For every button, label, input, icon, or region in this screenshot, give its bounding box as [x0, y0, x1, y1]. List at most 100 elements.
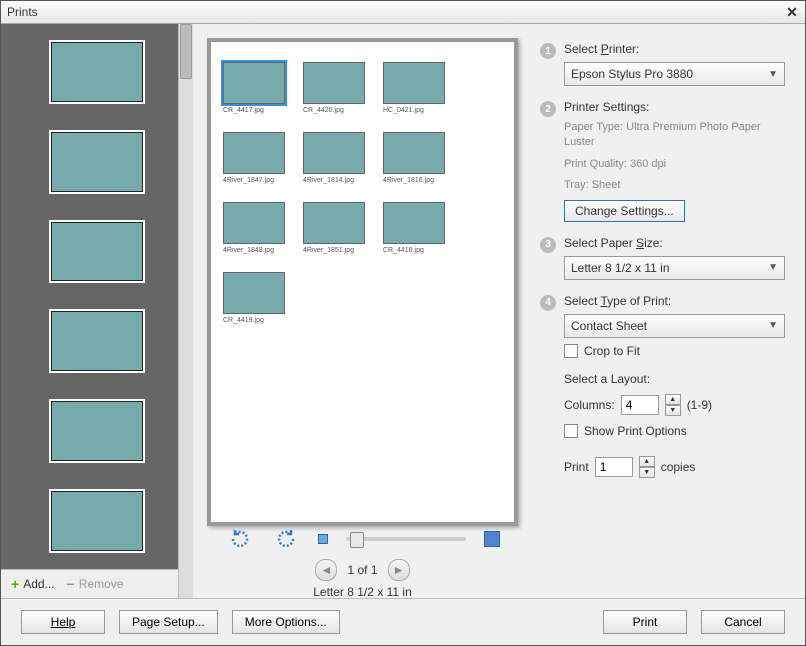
printer-dropdown[interactable]: Epson Stylus Pro 3880 ▼	[564, 62, 785, 86]
copies-label: copies	[661, 460, 696, 474]
next-page-button[interactable]: ►	[388, 559, 410, 581]
rotate-ccw-icon	[228, 527, 252, 551]
print-label: Print	[564, 460, 589, 474]
contact-sheet-grid: CR_4417.jpg CR_4420.jpg HC_0421.jpg 4Riv…	[223, 62, 502, 324]
window-title: Prints	[7, 5, 38, 19]
tray-text: Tray: Sheet	[564, 178, 785, 193]
source-thumbnail-strip: + Add... − Remove	[1, 24, 193, 598]
columns-label: Columns:	[564, 398, 615, 412]
source-thumb[interactable]	[51, 311, 143, 371]
preview-cell[interactable]: 4River_1847.jpg	[223, 132, 285, 184]
preview-cell[interactable]: HC_0421.jpg	[383, 62, 445, 114]
spin-down-icon[interactable]: ▼	[639, 467, 655, 478]
source-thumb[interactable]	[51, 401, 143, 461]
copies-input[interactable]	[595, 457, 633, 477]
print-button[interactable]: Print	[603, 610, 687, 634]
paper-size-dropdown[interactable]: Letter 8 1/2 x 11 in ▼	[564, 256, 785, 280]
zoom-out-icon[interactable]	[318, 534, 328, 544]
caption: 4River_1851.jpg	[303, 247, 354, 254]
help-button[interactable]: Help	[21, 610, 105, 634]
spin-down-icon[interactable]: ▼	[665, 405, 681, 416]
preview-image	[303, 202, 365, 244]
preview-cell[interactable]: CR_4418.jpg	[383, 202, 445, 254]
copies-spinner[interactable]: ▲▼	[639, 456, 655, 478]
step-print-type: 4 Select Type of Print: Contact Sheet ▼ …	[540, 294, 785, 358]
caption: 4River_1847.jpg	[223, 177, 274, 184]
preview-cell[interactable]: 4River_1816.jpg	[383, 132, 445, 184]
preview-image	[223, 132, 285, 174]
footer: Help Page Setup... More Options... Print…	[1, 598, 805, 645]
columns-spinner[interactable]: ▲▼	[665, 394, 681, 416]
paper-size-label: Select Paper Size:	[564, 236, 785, 250]
zoom-in-icon[interactable]	[484, 531, 500, 547]
source-thumb[interactable]	[51, 222, 143, 282]
source-thumb[interactable]	[51, 491, 143, 551]
spin-up-icon[interactable]: ▲	[665, 394, 681, 405]
chevron-down-icon: ▼	[768, 320, 778, 331]
source-thumb[interactable]	[51, 132, 143, 192]
prev-page-button[interactable]: ◄	[315, 559, 337, 581]
close-icon[interactable]: ✕	[785, 5, 799, 19]
thumb-scrollbar[interactable]	[178, 24, 193, 598]
caption: CR_4420.jpg	[303, 107, 344, 114]
checkbox-box-icon	[564, 344, 578, 358]
titlebar: Prints ✕	[1, 1, 805, 24]
caption: HC_0421.jpg	[383, 107, 424, 114]
cancel-button[interactable]: Cancel	[701, 610, 785, 634]
print-type-dropdown[interactable]: Contact Sheet ▼	[564, 314, 785, 338]
preview-cell[interactable]: CR_4419.jpg	[223, 272, 285, 324]
crop-to-fit-checkbox[interactable]: Crop to Fit	[564, 344, 785, 358]
add-button[interactable]: + Add...	[11, 576, 55, 592]
settings-panel: 1 Select Printer: Epson Stylus Pro 3880 …	[532, 24, 805, 598]
slider-knob[interactable]	[350, 532, 364, 548]
preview-image	[223, 202, 285, 244]
preview-image	[223, 272, 285, 314]
change-settings-button[interactable]: Change Settings...	[564, 200, 685, 222]
print-quality-text: Print Quality: 360 dpi	[564, 157, 785, 172]
remove-button[interactable]: − Remove	[67, 576, 124, 592]
caption: CR_4419.jpg	[223, 317, 264, 324]
columns-row: Columns: ▲▼ (1-9)	[564, 394, 785, 416]
source-thumb[interactable]	[51, 42, 143, 102]
preview-cell[interactable]: 4River_1851.jpg	[303, 202, 365, 254]
page-setup-button[interactable]: Page Setup...	[119, 610, 218, 634]
page-preview: CR_4417.jpg CR_4420.jpg HC_0421.jpg 4Riv…	[207, 38, 518, 526]
pager: ◄ 1 of 1 ►	[315, 559, 409, 581]
step-number-icon: 1	[540, 43, 556, 59]
add-label: Add...	[23, 577, 54, 591]
print-type-label: Select Type of Print:	[564, 294, 785, 308]
caption: CR_4417.jpg	[223, 107, 264, 114]
select-printer-label: Select Printer:	[564, 42, 785, 56]
preview-image	[383, 202, 445, 244]
preview-cell[interactable]: 4River_1848.jpg	[223, 202, 285, 254]
preview-cell[interactable]: CR_4420.jpg	[303, 62, 365, 114]
zoom-slider[interactable]	[346, 537, 466, 541]
more-options-button[interactable]: More Options...	[232, 610, 340, 634]
preview-image	[383, 132, 445, 174]
caption: CR_4418.jpg	[383, 247, 424, 254]
crop-label: Crop to Fit	[584, 344, 640, 358]
layout-heading: Select a Layout:	[564, 372, 785, 386]
show-options-label: Show Print Options	[584, 424, 687, 438]
show-print-options-checkbox[interactable]: Show Print Options	[564, 424, 785, 438]
preview-cell[interactable]: CR_4417.jpg	[223, 62, 285, 114]
preview-image	[223, 62, 285, 104]
copies-row: Print ▲▼ copies	[564, 456, 785, 478]
preview-image	[383, 62, 445, 104]
paper-type-text: Paper Type: Ultra Premium Photo Paper Lu…	[564, 120, 785, 151]
prints-dialog: Prints ✕ + Add... −	[0, 0, 806, 646]
thumbnail-list	[1, 24, 193, 569]
preview-panel: CR_4417.jpg CR_4420.jpg HC_0421.jpg 4Riv…	[193, 24, 532, 598]
scrollbar-thumb[interactable]	[180, 24, 192, 79]
preview-cell[interactable]: 4River_1814.jpg	[303, 132, 365, 184]
step-number-icon: 3	[540, 237, 556, 253]
print-type-value: Contact Sheet	[571, 319, 647, 333]
columns-input[interactable]	[621, 395, 659, 415]
rotate-ccw-button[interactable]	[226, 525, 254, 553]
step-printer-settings: 2 Printer Settings: Paper Type: Ultra Pr…	[540, 100, 785, 222]
plus-icon: +	[11, 576, 19, 592]
step-number-icon: 4	[540, 295, 556, 311]
minus-icon: −	[67, 576, 75, 592]
rotate-cw-button[interactable]	[272, 525, 300, 553]
spin-up-icon[interactable]: ▲	[639, 456, 655, 467]
